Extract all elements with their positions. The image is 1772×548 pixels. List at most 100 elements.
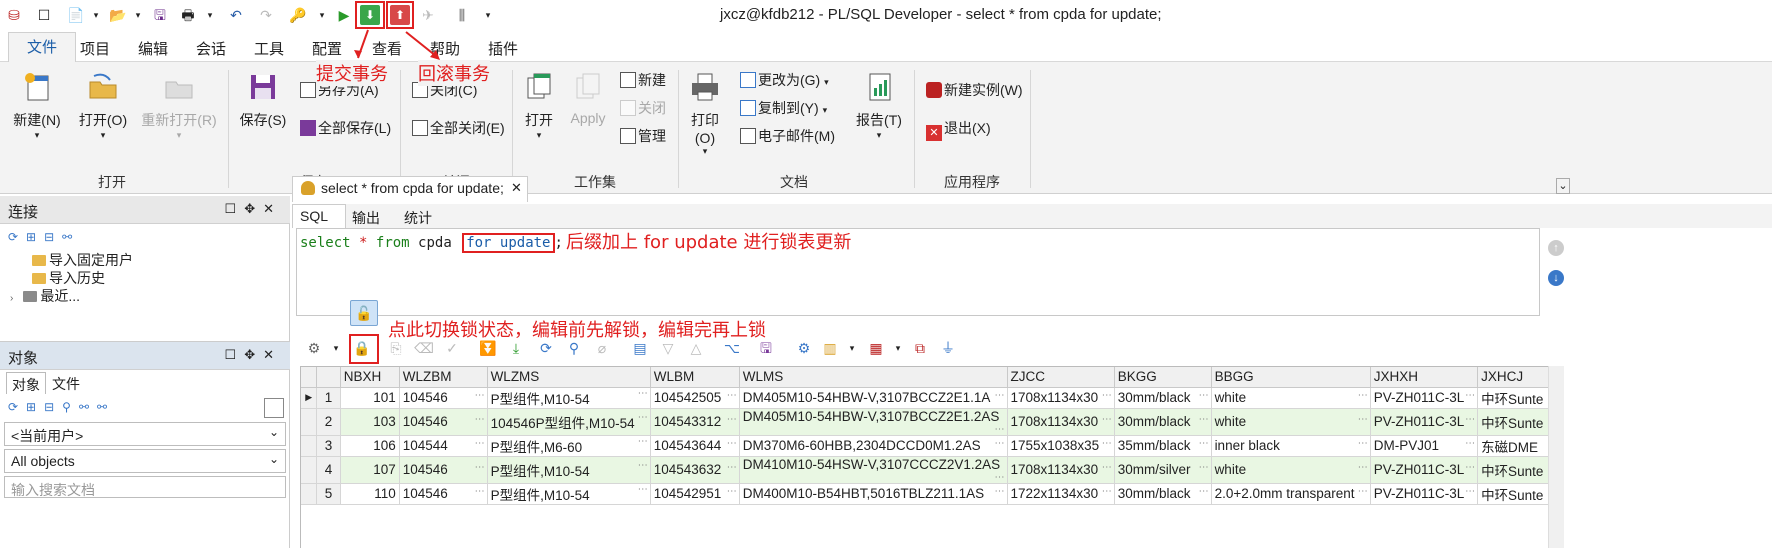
filter-icon[interactable]: ⏚ bbox=[938, 338, 958, 358]
result-grid[interactable]: NBXH WLZBM WLZMS WLBM WLMS ZJCC BKGG BBG… bbox=[300, 366, 1550, 548]
dropdown-arrow-icon[interactable]: ▾ bbox=[312, 5, 332, 25]
tab-session[interactable]: 会话 bbox=[196, 38, 226, 59]
cell-editor-button[interactable]: ⋯ bbox=[1358, 390, 1368, 401]
tab-edit[interactable]: 编辑 bbox=[138, 38, 168, 59]
table-cell[interactable]: 中环Sunte bbox=[1477, 456, 1550, 484]
table-cell[interactable]: DM405M10-54HBW-V,3107BCCZ2E1.2AS ⋯ bbox=[739, 408, 1008, 436]
panel-controls[interactable]: ☐✥✕ bbox=[225, 201, 282, 217]
explain-plan-icon[interactable]: ⫼ bbox=[452, 5, 472, 25]
cell-editor-button[interactable]: ⋯ bbox=[1358, 438, 1368, 449]
cell-editor-button[interactable]: ⋯ bbox=[1465, 486, 1475, 497]
column-header[interactable]: WLBM bbox=[650, 367, 740, 388]
table-cell[interactable]: 中环Sunte bbox=[1477, 387, 1550, 409]
connection-toolbar[interactable]: ⟳⊞⊟⚯ bbox=[8, 230, 80, 244]
tab-config[interactable]: 配置 bbox=[312, 38, 342, 59]
dropdown-arrow-icon[interactable]: ▾ bbox=[86, 5, 106, 25]
cell-editor-button[interactable]: ⋯ bbox=[727, 390, 737, 401]
subtab-output[interactable]: 输出 bbox=[352, 208, 380, 228]
table-cell[interactable]: 中环Sunte bbox=[1477, 408, 1550, 436]
table-cell[interactable]: PV-ZH011C-3L ⋯ bbox=[1370, 483, 1479, 505]
table-row[interactable]: 3 106 104544 ⋯ P型组件,M6-60 ⋯ 104543644 ⋯ DM370M6-… bbox=[301, 435, 1550, 457]
execute-icon[interactable]: ▶ bbox=[334, 5, 354, 25]
filter-checkbox[interactable] bbox=[264, 398, 284, 418]
table-cell[interactable]: 1755x1038x35 ⋯ bbox=[1007, 435, 1115, 457]
cell-editor-button[interactable]: ⋯ bbox=[638, 388, 648, 399]
table-cell[interactable]: 1708x1134x30 ⋯ bbox=[1007, 456, 1115, 484]
new-file-icon[interactable]: 📄 bbox=[66, 5, 86, 25]
table-cell[interactable]: white ⋯ bbox=[1211, 408, 1371, 436]
cell-editor-button[interactable]: ⋯ bbox=[995, 390, 1005, 401]
export-icon[interactable]: ⚙ bbox=[794, 338, 814, 358]
column-header[interactable]: BKGG bbox=[1114, 367, 1212, 388]
previous-page-icon[interactable]: △ bbox=[686, 338, 706, 358]
cell-editor-button[interactable]: ⋯ bbox=[1358, 414, 1368, 425]
tab-tools[interactable]: 工具 bbox=[254, 38, 284, 59]
table-cell[interactable]: P型组件,M6-60 ⋯ bbox=[487, 435, 651, 457]
dropdown-arrow-icon[interactable]: ▾ bbox=[842, 338, 862, 358]
cell-editor-button[interactable]: ⋯ bbox=[727, 462, 737, 473]
table-cell[interactable]: PV-ZH011C-3L ⋯ bbox=[1370, 408, 1479, 436]
table-row[interactable]: ▶ 1 101 104546 ⋯ P型组件,M10-54 ⋯ 104542505 ⋯ DM405M… bbox=[301, 387, 1550, 409]
user-select[interactable]: <当前用户> ⌄ bbox=[4, 422, 286, 446]
subtab-stats[interactable]: 统计 bbox=[404, 208, 432, 228]
table-cell[interactable]: 104544 ⋯ bbox=[399, 435, 488, 457]
insert-record-icon[interactable]: ⎘ bbox=[386, 338, 406, 358]
tree-item-fixed-users[interactable]: 导入固定用户 bbox=[32, 250, 133, 270]
redo-icon[interactable]: ↷ bbox=[256, 5, 276, 25]
expand-icon[interactable]: › bbox=[10, 293, 13, 304]
cell-editor-button[interactable]: ⋯ bbox=[1199, 486, 1209, 497]
table-cell[interactable]: DM370M6-60HBB,2304DCCD0M1.2AS ⋯ bbox=[739, 435, 1008, 457]
dropdown-arrow-icon[interactable]: ▾ bbox=[888, 338, 908, 358]
open-folder-icon[interactable]: 📂 bbox=[108, 5, 128, 25]
table-cell[interactable]: 106 bbox=[340, 435, 400, 457]
table-cell[interactable]: P型组件,M10-54 ⋯ bbox=[487, 456, 651, 484]
refresh-icon[interactable]: ⟳ bbox=[536, 338, 556, 358]
cell-editor-button[interactable]: ⋯ bbox=[1102, 462, 1112, 473]
save-button[interactable]: 保存(S) bbox=[236, 70, 290, 130]
table-cell[interactable]: 35mm/black ⋯ bbox=[1114, 435, 1212, 457]
object-type-select[interactable]: All objects ⌄ bbox=[4, 449, 286, 473]
table-cell[interactable]: PV-ZH011C-3L ⋯ bbox=[1370, 456, 1479, 484]
tab-objects[interactable]: 对象 bbox=[6, 372, 46, 394]
grid-options-icon[interactable]: ⚙ bbox=[304, 338, 324, 358]
next-page-icon[interactable]: ▽ bbox=[658, 338, 678, 358]
table-row[interactable]: 5 110 104546 ⋯ P型组件,M10-54 ⋯ 104542951 ⋯ DM400M1… bbox=[301, 483, 1550, 505]
cell-editor-button[interactable]: ⋯ bbox=[727, 414, 737, 425]
save-results-icon[interactable]: 🖫 bbox=[756, 338, 776, 358]
table-cell[interactable]: DM405M10-54HBW-V,3107BCCZ2E1.1A ⋯ bbox=[739, 387, 1008, 409]
table-cell[interactable]: 东磁DME bbox=[1477, 435, 1550, 457]
cell-editor-button[interactable]: ⋯ bbox=[1358, 462, 1368, 473]
cell-editor-button[interactable]: ⋯ bbox=[995, 424, 1005, 435]
search-input[interactable]: 输入搜索文档 bbox=[4, 476, 286, 498]
cell-editor-button[interactable]: ⋯ bbox=[1102, 414, 1112, 425]
cell-editor-button[interactable]: ⋯ bbox=[638, 460, 648, 471]
table-cell[interactable]: 104542505 ⋯ bbox=[650, 387, 740, 409]
scroll-up-icon[interactable]: ↑ bbox=[1548, 240, 1564, 256]
dropdown-arrow-icon[interactable]: ▾ bbox=[326, 338, 346, 358]
report-button[interactable]: 报告(T) ▾ bbox=[852, 70, 906, 141]
chart-icon[interactable]: ▥ bbox=[820, 338, 840, 358]
change-to-button[interactable]: 更改为(G) ▾ bbox=[740, 70, 829, 90]
table-icon[interactable]: ▦ bbox=[866, 338, 886, 358]
fetch-last-icon[interactable]: ⤓ bbox=[506, 338, 526, 358]
table-cell[interactable]: 1708x1134x30 ⋯ bbox=[1007, 408, 1115, 436]
column-header[interactable]: WLZMS bbox=[487, 367, 651, 388]
scroll-down-icon[interactable]: ↓ bbox=[1548, 270, 1564, 286]
table-cell[interactable]: P型组件,M10-54 ⋯ bbox=[487, 483, 651, 505]
workset-open-button[interactable]: 打开 ▾ bbox=[518, 70, 560, 141]
table-cell[interactable]: 30mm/black ⋯ bbox=[1114, 408, 1212, 436]
unlock-icon[interactable]: 🔓 bbox=[350, 300, 378, 326]
workset-apply-button[interactable]: Apply bbox=[564, 70, 612, 126]
table-cell[interactable]: 30mm/silver ⋯ bbox=[1114, 456, 1212, 484]
post-changes-icon[interactable]: ✓ bbox=[442, 338, 462, 358]
query-by-example-icon[interactable]: ⚲ bbox=[564, 338, 584, 358]
cell-editor-button[interactable]: ⋯ bbox=[1465, 390, 1475, 401]
compare-icon[interactable]: ⧉ bbox=[910, 338, 930, 358]
key-icon[interactable]: 🔑 bbox=[288, 5, 308, 25]
cell-editor-button[interactable]: ⋯ bbox=[638, 436, 648, 447]
sql-editor[interactable]: select * from cpda for update; bbox=[296, 228, 1540, 316]
cell-editor-button[interactable]: ⋯ bbox=[475, 462, 485, 473]
table-cell[interactable]: 30mm/black ⋯ bbox=[1114, 483, 1212, 505]
table-cell[interactable]: inner black ⋯ bbox=[1211, 435, 1371, 457]
email-button[interactable]: 电子邮件(M) bbox=[740, 126, 835, 146]
